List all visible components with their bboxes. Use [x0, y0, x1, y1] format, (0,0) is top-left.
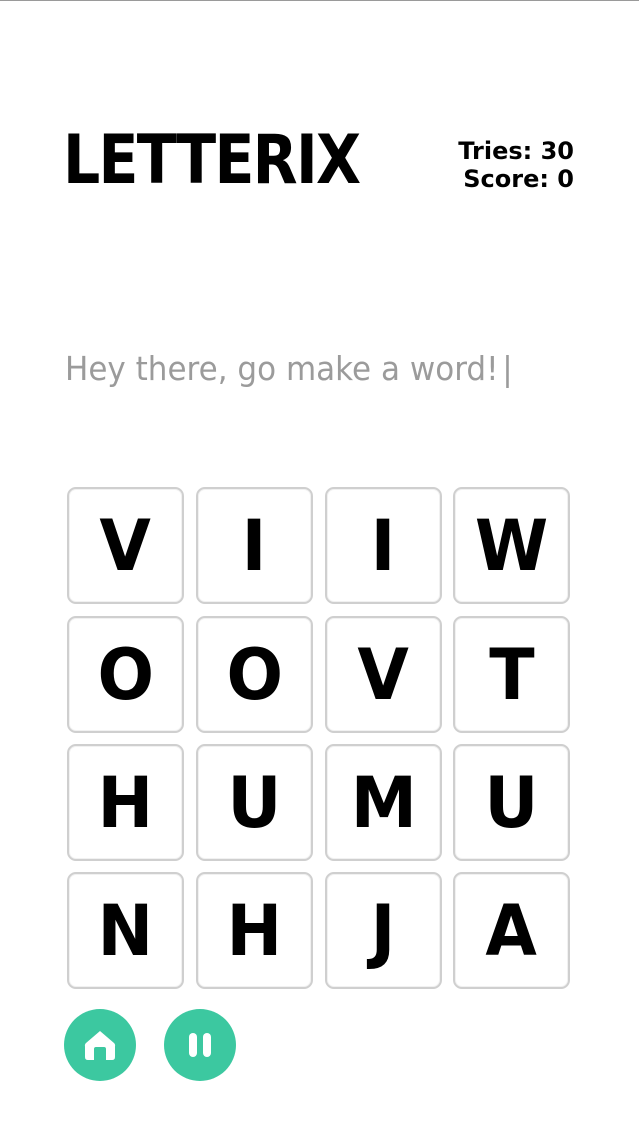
- tile-letter: J: [371, 889, 396, 972]
- tile-letter: H: [226, 889, 283, 972]
- letter-tile[interactable]: T: [453, 616, 570, 733]
- letter-tile[interactable]: V: [67, 487, 184, 604]
- tile-letter: H: [97, 761, 154, 844]
- word-display: Hey there, go make a word! |: [65, 348, 513, 390]
- tile-letter: O: [226, 633, 283, 716]
- letter-tile[interactable]: H: [67, 744, 184, 861]
- tries-counter: Tries: 30: [458, 137, 574, 165]
- tile-letter: M: [350, 761, 417, 844]
- tile-letter: O: [97, 633, 154, 716]
- letter-tile[interactable]: U: [453, 744, 570, 861]
- tile-letter: U: [227, 761, 282, 844]
- home-icon: [84, 1031, 116, 1060]
- letter-tile[interactable]: N: [67, 872, 184, 989]
- letter-tile[interactable]: I: [325, 487, 442, 604]
- letter-tile[interactable]: A: [453, 872, 570, 989]
- pause-icon: [189, 1033, 211, 1057]
- letter-tile[interactable]: W: [453, 487, 570, 604]
- tile-letter: I: [371, 504, 396, 587]
- game-title: LETTERIX: [63, 121, 361, 200]
- tile-letter: V: [99, 504, 152, 587]
- tile-letter: A: [485, 889, 538, 972]
- word-display-text: Hey there, go make a word!: [65, 349, 499, 388]
- letter-tile[interactable]: V: [325, 616, 442, 733]
- letter-board: V I I W O O V T H U M U N H J A: [67, 487, 573, 993]
- letter-tile[interactable]: O: [196, 616, 313, 733]
- top-divider: [0, 0, 639, 1]
- tile-letter: V: [357, 633, 410, 716]
- score-counter: Score: 0: [463, 165, 574, 193]
- letter-tile[interactable]: M: [325, 744, 442, 861]
- letter-tile[interactable]: I: [196, 487, 313, 604]
- letter-tile[interactable]: O: [67, 616, 184, 733]
- tile-letter: U: [484, 761, 539, 844]
- tile-letter: W: [474, 504, 549, 587]
- tile-letter: T: [488, 633, 535, 716]
- letter-tile[interactable]: H: [196, 872, 313, 989]
- tile-letter: N: [97, 889, 154, 972]
- home-button[interactable]: [64, 1009, 136, 1081]
- pause-button[interactable]: [164, 1009, 236, 1081]
- letter-tile[interactable]: J: [325, 872, 442, 989]
- letter-tile[interactable]: U: [196, 744, 313, 861]
- tile-letter: I: [242, 504, 267, 587]
- text-caret: |: [502, 349, 513, 388]
- stats-panel: Tries: 30 Score: 0: [458, 137, 574, 193]
